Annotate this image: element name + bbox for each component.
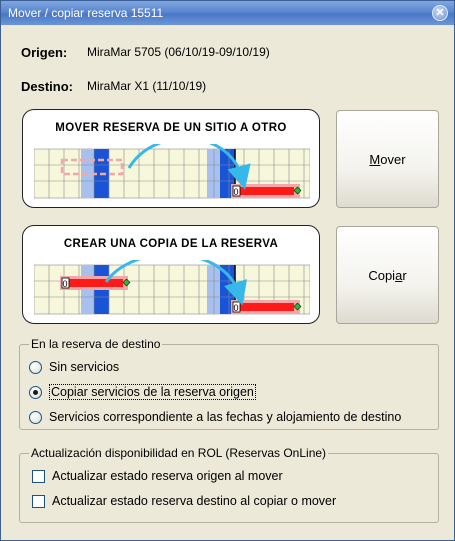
rol-availability-legend: Actualización disponibilidad en ROL (Res… [29, 446, 329, 460]
window-title: Mover / copiar reserva 15511 [8, 6, 164, 20]
copied-booking [234, 303, 294, 311]
copy-diagram: 0 0 [34, 260, 310, 315]
dialog-body: Origen: MiraMar 5705 (06/10/19-09/10/19)… [2, 25, 453, 540]
rol-availability-group: Actualización disponibilidad en ROL (Res… [19, 446, 439, 523]
copy-illustration-title: CREAR UNA COPIA DE LA RESERVA [63, 238, 279, 250]
original-booking [63, 279, 123, 287]
move-illustration: MOVER RESERVA DE UN SITIO A OTRO 0 [22, 109, 320, 208]
radio-copiar-servicios[interactable]: Copiar servicios de la reserva origen [29, 384, 256, 400]
move-illustration-title: MOVER RESERVA DE UN SITIO A OTRO [55, 122, 287, 134]
move-accelerator: M [369, 151, 381, 167]
move-diagram: 0 [34, 144, 310, 199]
checkbox[interactable] [32, 469, 45, 483]
copy-button[interactable]: Copi a r [336, 226, 439, 324]
copy-illustration: CREAR UNA COPIA DE LA RESERVA 0 0 [22, 225, 320, 324]
radio-button[interactable] [29, 410, 42, 424]
booking-start-marker-text: 0 [234, 187, 239, 197]
title-bar[interactable]: Mover / copiar reserva 15511 ✕ [1, 1, 454, 25]
check-update-destination[interactable]: Actualizar estado reserva destino al cop… [32, 493, 336, 509]
radio-button-selected[interactable] [29, 385, 42, 399]
destination-label: Destino: [21, 79, 73, 94]
check-update-origin[interactable]: Actualizar estado reserva origen al move… [32, 468, 283, 484]
destination-options-legend: En la reserva de destino [29, 337, 163, 351]
moved-booking [234, 187, 294, 195]
radio-sin-servicios[interactable]: Sin servicios [29, 359, 119, 375]
copy-accelerator: a [395, 267, 403, 283]
dialog-window: Mover / copiar reserva 15511 ✕ Origen: M… [0, 0, 455, 541]
destination-value: MiraMar X1 (11/10/19) [87, 79, 207, 93]
origin-value: MiraMar 5705 (06/10/19-09/10/19) [87, 45, 270, 59]
copied-start-marker-text: 0 [234, 303, 239, 313]
close-icon[interactable]: ✕ [432, 5, 448, 21]
origin-label: Origen: [21, 45, 68, 60]
move-button[interactable]: Mover [336, 110, 439, 208]
original-start-marker-text: 0 [63, 279, 68, 289]
radio-servicios-destino[interactable]: Servicios correspondiente a las fechas y… [29, 409, 401, 425]
checkbox[interactable] [32, 494, 45, 508]
radio-button[interactable] [29, 360, 42, 374]
